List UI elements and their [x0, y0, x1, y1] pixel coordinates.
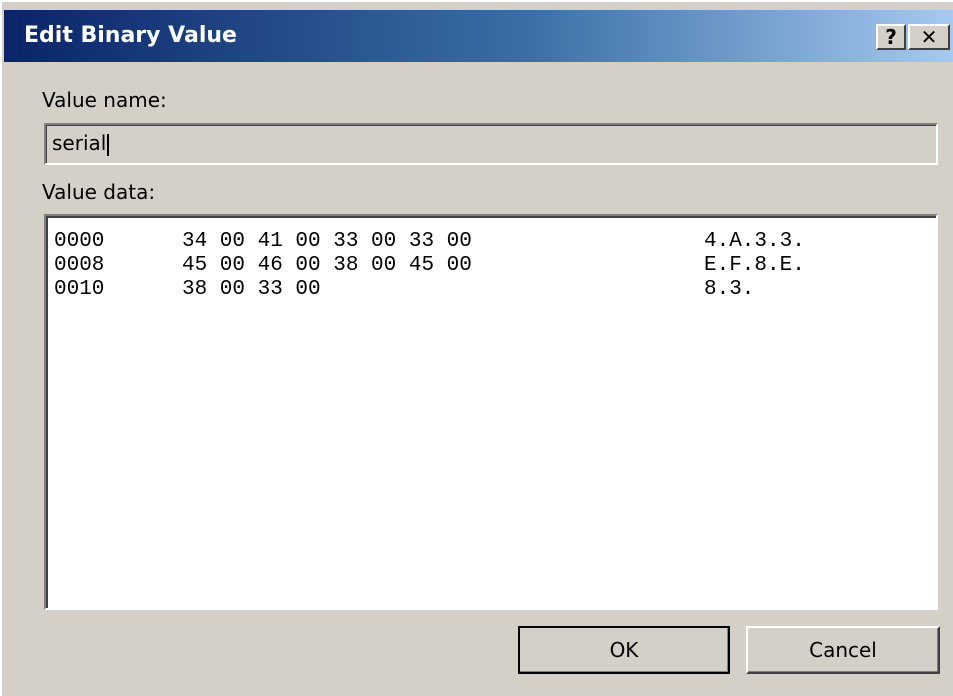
hex-row: 0000 34 00 41 00 33 00 33 00 4.A.3.3.: [54, 230, 805, 254]
title-bar[interactable]: Edit Binary Value ? ✕: [4, 10, 953, 62]
text-caret: [107, 133, 110, 156]
hex-row: 0010 38 00 33 00 8.3.: [54, 278, 754, 302]
hex-row-bytes: 45 00 46 00 38 00 45 00: [182, 254, 472, 277]
value-name-text: serial: [52, 131, 107, 155]
hex-row-bytes: 38 00 33 00: [182, 278, 321, 301]
help-button[interactable]: ?: [876, 24, 906, 50]
value-name-label: Value name:: [42, 88, 167, 112]
cancel-button[interactable]: Cancel: [746, 626, 940, 674]
window-title: Edit Binary Value: [24, 23, 237, 48]
ok-button[interactable]: OK: [518, 626, 730, 674]
hex-row: 0008 45 00 46 00 38 00 45 00 E.F.8.E.: [54, 254, 805, 278]
edit-binary-value-dialog: Edit Binary Value ? ✕ Value name: serial…: [0, 0, 953, 696]
hex-row-ascii: 8.3.: [704, 278, 755, 301]
hex-row-offset: 0010: [54, 278, 105, 301]
hex-row-ascii: 4.A.3.3.: [704, 230, 805, 253]
hex-row-offset: 0000: [54, 230, 105, 253]
hex-row-bytes: 34 00 41 00 33 00 33 00: [182, 230, 472, 253]
hex-row-ascii: E.F.8.E.: [704, 254, 805, 277]
value-data-hex-editor[interactable]: 0000 34 00 41 00 33 00 33 00 4.A.3.3. 00…: [44, 214, 938, 610]
hex-row-offset: 0008: [54, 254, 105, 277]
value-data-label: Value data:: [42, 180, 156, 204]
close-icon[interactable]: ✕: [908, 24, 950, 50]
value-name-field[interactable]: serial: [44, 123, 938, 165]
